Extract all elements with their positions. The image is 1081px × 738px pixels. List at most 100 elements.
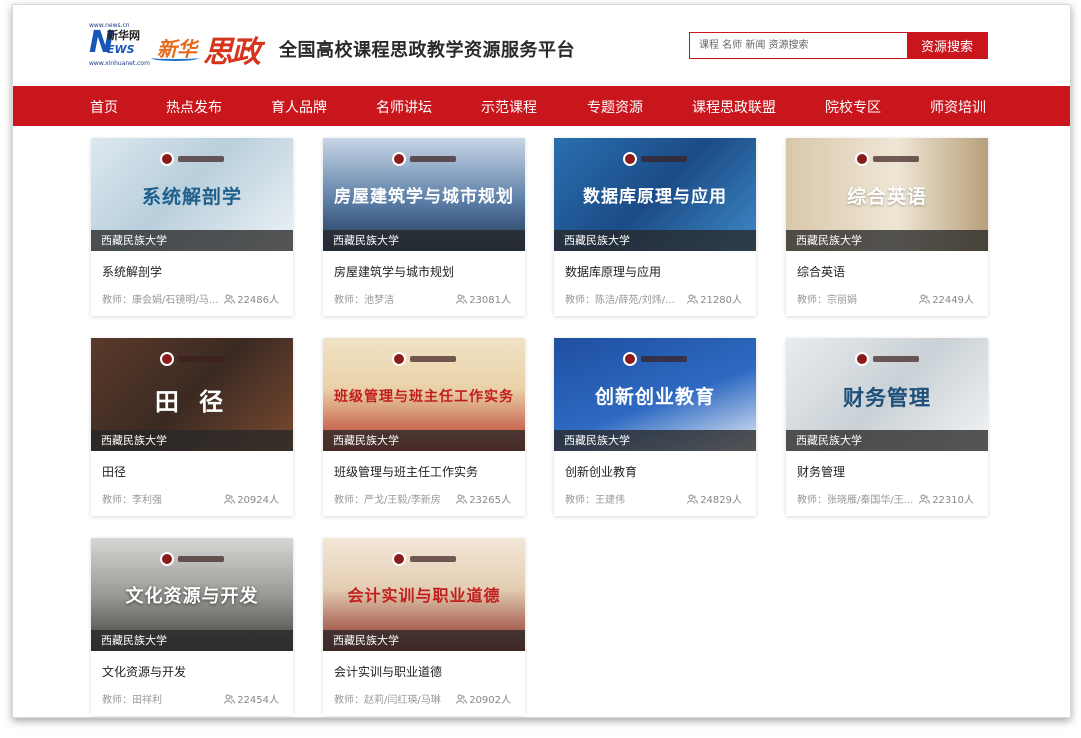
nav-item-lectures[interactable]: 名师讲坛 (376, 97, 432, 117)
course-thumbnail: 系统解剖学 西藏民族大学 (91, 138, 293, 251)
enroll-count-value: 21280人 (700, 295, 742, 306)
enroll-count-value: 22454人 (237, 695, 279, 706)
course-title: 财务管理 (797, 465, 846, 479)
enroll-count: 20902人 (456, 691, 511, 706)
university-seal (392, 152, 456, 166)
course-art-title: 创新创业教育 (594, 386, 715, 408)
course-card[interactable]: 班级管理与班主任工作实务 西藏民族大学 班级管理与班主任工作实务 教师：严戈/王… (323, 338, 525, 516)
browser-frame: www.news.cn N 新华网 EWS www.xinhuanet.com … (12, 4, 1071, 718)
nav-item-alliance[interactable]: 课程思政联盟 (692, 97, 776, 117)
xinhua-logo-cn: 新华网 (107, 29, 140, 42)
course-art-title: 系统解剖学 (141, 186, 242, 208)
course-thumbnail: 数据库原理与应用 西藏民族大学 (554, 138, 756, 251)
nav-item-resources[interactable]: 专题资源 (587, 97, 643, 117)
users-icon (687, 294, 699, 304)
search-box: 资源搜索 (689, 32, 988, 59)
university-seal (160, 152, 224, 166)
enroll-count: 23081人 (456, 291, 511, 306)
school-label: 西藏民族大学 (91, 430, 293, 451)
course-thumbnail: 创新创业教育 西藏民族大学 (554, 338, 756, 451)
course-teacher: 教师：池梦洁 (334, 295, 394, 306)
users-icon (456, 494, 468, 504)
site-header: www.news.cn N 新华网 EWS www.xinhuanet.com … (13, 5, 1070, 86)
course-teacher: 教师：严戈/王毅/李新房 (334, 495, 441, 506)
course-teacher: 教师：康会娟/石镜明/马... (102, 295, 219, 306)
course-art-title: 会计实训与职业道德 (347, 586, 501, 605)
enroll-count: 20924人 (224, 491, 279, 506)
course-card[interactable]: 会计实训与职业道德 西藏民族大学 会计实训与职业道德 教师：赵莉/闫红瑛/马琳 … (323, 538, 525, 716)
enroll-count-value: 22486人 (237, 295, 279, 306)
xinhua-logo-ews: EWS (107, 43, 135, 56)
school-label: 西藏民族大学 (91, 230, 293, 251)
site-title: 全国高校课程思政教学资源服务平台 (279, 40, 575, 61)
course-card[interactable]: 创新创业教育 西藏民族大学 创新创业教育 教师：王建伟 24829人 (554, 338, 756, 516)
course-teacher: 教师：陈洁/薛苑/刘炜/... (565, 295, 675, 306)
course-card[interactable]: 系统解剖学 西藏民族大学 系统解剖学 教师：康会娟/石镜明/马... 22486… (91, 138, 293, 316)
enroll-count: 22454人 (224, 691, 279, 706)
users-icon (224, 494, 236, 504)
course-title: 文化资源与开发 (102, 665, 187, 679)
nav-item-brand[interactable]: 育人品牌 (271, 97, 327, 117)
course-card[interactable]: 财务管理 西藏民族大学 财务管理 教师：张晓雁/秦国华/王... 22310人 (786, 338, 988, 516)
course-title: 房屋建筑学与城市规划 (334, 265, 455, 279)
course-title: 班级管理与班主任工作实务 (334, 465, 479, 479)
school-label: 西藏民族大学 (323, 230, 525, 251)
course-teacher: 教师：宗丽娟 (797, 295, 857, 306)
course-thumbnail: 综合英语 西藏民族大学 (786, 138, 988, 251)
xinhua-logo[interactable]: www.news.cn N 新华网 EWS www.xinhuanet.com (89, 22, 150, 68)
enroll-count: 22310人 (919, 491, 974, 506)
university-seal (623, 152, 687, 166)
nav-item-home[interactable]: 首页 (90, 97, 118, 117)
nav-item-training[interactable]: 师资培训 (930, 97, 986, 117)
course-thumbnail: 文化资源与开发 西藏民族大学 (91, 538, 293, 651)
course-teacher: 教师：张晓雁/秦国华/王... (797, 495, 914, 506)
nav-item-hot[interactable]: 热点发布 (166, 97, 222, 117)
course-art-title: 田 径 (154, 387, 230, 416)
university-seal (623, 352, 687, 366)
course-teacher: 教师：李利强 (102, 495, 162, 506)
enroll-count-value: 23081人 (469, 295, 511, 306)
search-input[interactable] (690, 33, 907, 58)
users-icon (224, 694, 236, 704)
course-title: 创新创业教育 (565, 465, 638, 479)
course-card[interactable]: 数据库原理与应用 西藏民族大学 数据库原理与应用 教师：陈洁/薛苑/刘炜/...… (554, 138, 756, 316)
university-seal (160, 552, 224, 566)
enroll-count-value: 22310人 (932, 495, 974, 506)
users-icon (456, 694, 468, 704)
course-card[interactable]: 房屋建筑学与城市规划 西藏民族大学 房屋建筑学与城市规划 教师：池梦洁 2308… (323, 138, 525, 316)
course-title: 会计实训与职业道德 (334, 665, 443, 679)
nav-item-courses[interactable]: 示范课程 (481, 97, 537, 117)
course-card[interactable]: 文化资源与开发 西藏民族大学 文化资源与开发 教师：田祥利 22454人 (91, 538, 293, 716)
university-seal (392, 552, 456, 566)
users-icon (919, 294, 931, 304)
course-teacher: 教师：田祥利 (102, 695, 162, 706)
course-thumbnail: 房屋建筑学与城市规划 西藏民族大学 (323, 138, 525, 251)
nav-item-schools[interactable]: 院校专区 (825, 97, 881, 117)
users-icon (687, 494, 699, 504)
course-card[interactable]: 田 径 西藏民族大学 田径 教师：李利强 20924人 (91, 338, 293, 516)
course-title: 田径 (102, 465, 127, 479)
university-seal (392, 352, 456, 366)
enroll-count: 22486人 (224, 291, 279, 306)
course-title: 综合英语 (797, 265, 846, 279)
users-icon (456, 294, 468, 304)
course-thumbnail: 财务管理 西藏民族大学 (786, 338, 988, 451)
main-nav: 首页 热点发布 育人品牌 名师讲坛 示范课程 专题资源 课程思政联盟 院校专区 … (13, 86, 1070, 126)
course-thumbnail: 会计实训与职业道德 西藏民族大学 (323, 538, 525, 651)
course-art-title: 房屋建筑学与城市规划 (334, 187, 514, 207)
course-thumbnail: 班级管理与班主任工作实务 西藏民族大学 (323, 338, 525, 451)
school-label: 西藏民族大学 (91, 630, 293, 651)
enroll-count: 21280人 (687, 291, 742, 306)
course-card[interactable]: 综合英语 西藏民族大学 综合英语 教师：宗丽娟 22449人 (786, 138, 988, 316)
enroll-count-value: 20924人 (237, 495, 279, 506)
enroll-count-value: 24829人 (700, 495, 742, 506)
enroll-count: 22449人 (919, 291, 974, 306)
course-art-title: 文化资源与开发 (125, 586, 259, 607)
sizheng-logo-part2: 思政 (203, 35, 261, 70)
course-art-title: 财务管理 (843, 385, 931, 410)
sizheng-logo[interactable]: 新华 思政 (151, 27, 271, 70)
university-seal (855, 352, 919, 366)
university-seal (160, 352, 224, 366)
search-button[interactable]: 资源搜索 (907, 33, 987, 58)
enroll-count-value: 23265人 (469, 495, 511, 506)
